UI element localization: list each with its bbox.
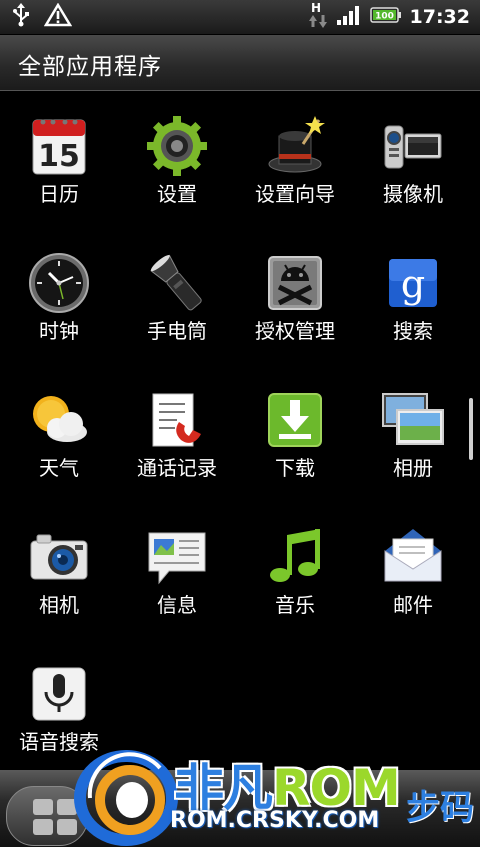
- app-camcorder[interactable]: 摄像机: [354, 92, 472, 212]
- voice-search-mic-icon: [27, 662, 91, 726]
- app-messages[interactable]: 信息: [118, 503, 236, 623]
- signal-icon: [336, 4, 362, 30]
- app-label: 音乐: [275, 593, 315, 617]
- status-time: 17:32: [409, 6, 470, 28]
- clock-icon: [27, 251, 91, 315]
- settings-gear-icon: [145, 114, 209, 178]
- calendar-day: 15: [38, 139, 80, 174]
- camera-icon: [27, 525, 91, 589]
- app-drawer-header: 全部应用程序: [0, 35, 480, 91]
- data-arrows-icon: H: [308, 0, 328, 34]
- download-icon: [263, 388, 327, 452]
- app-label: 相册: [393, 456, 433, 480]
- app-label: 通话记录: [137, 456, 217, 480]
- app-label: 天气: [39, 456, 79, 480]
- app-label: 日历: [39, 182, 79, 206]
- app-flashlight[interactable]: 手电筒: [118, 229, 236, 349]
- app-label: 摄像机: [383, 182, 443, 206]
- flashlight-icon: [145, 251, 209, 315]
- app-setup-wizard[interactable]: 设置向导: [236, 92, 354, 212]
- app-clock[interactable]: 时钟: [0, 229, 118, 349]
- app-mail[interactable]: 邮件: [354, 503, 472, 623]
- brand-logo-icon: [74, 750, 178, 846]
- app-label: 下载: [275, 456, 315, 480]
- app-label: 邮件: [393, 593, 433, 617]
- mail-envelope-icon: [381, 525, 445, 589]
- app-calendar[interactable]: 15 日历: [0, 92, 118, 212]
- app-call-log[interactable]: 通话记录: [118, 366, 236, 486]
- watermark-side-text: 步码: [406, 788, 474, 828]
- calendar-icon: 15: [27, 114, 91, 178]
- setup-wizard-hat-icon: [263, 114, 327, 178]
- app-label: 设置向导: [255, 182, 335, 206]
- battery-icon: 100: [369, 6, 402, 28]
- app-search[interactable]: g 搜索: [354, 229, 472, 349]
- call-log-icon: [145, 388, 209, 452]
- app-settings[interactable]: 设置: [118, 92, 236, 212]
- camcorder-icon: [381, 114, 445, 178]
- weather-icon: [27, 388, 91, 452]
- superuser-android-icon: [263, 251, 327, 315]
- app-camera[interactable]: 相机: [0, 503, 118, 623]
- google-glyph: g: [401, 262, 425, 306]
- usb-icon: [12, 3, 30, 31]
- page-title: 全部应用程序: [18, 54, 162, 80]
- battery-level: 100: [375, 12, 394, 22]
- google-search-icon: g: [381, 251, 445, 315]
- gallery-icon: [381, 388, 445, 452]
- watermark-url: ROM.CRSKY.COM: [170, 808, 380, 833]
- app-download[interactable]: 下载: [236, 366, 354, 486]
- app-label: 信息: [157, 593, 197, 617]
- status-bar: H 100 17:32: [0, 0, 480, 35]
- network-type: H: [311, 1, 321, 15]
- app-label: 手电筒: [147, 319, 207, 343]
- music-note-icon: [263, 525, 327, 589]
- app-music[interactable]: 音乐: [236, 503, 354, 623]
- app-label: 搜索: [393, 319, 433, 343]
- watermark: 非凡ROM ROM.CRSKY.COM 步码: [70, 738, 480, 847]
- app-label: 相机: [39, 593, 79, 617]
- app-label: 授权管理: [255, 319, 335, 343]
- app-weather[interactable]: 天气: [0, 366, 118, 486]
- app-label: 时钟: [39, 319, 79, 343]
- app-gallery[interactable]: 相册: [354, 366, 472, 486]
- app-superuser[interactable]: 授权管理: [236, 229, 354, 349]
- warning-icon: [43, 2, 73, 31]
- scrollbar[interactable]: [469, 398, 473, 460]
- app-label: 设置: [157, 182, 197, 206]
- messages-icon: [145, 525, 209, 589]
